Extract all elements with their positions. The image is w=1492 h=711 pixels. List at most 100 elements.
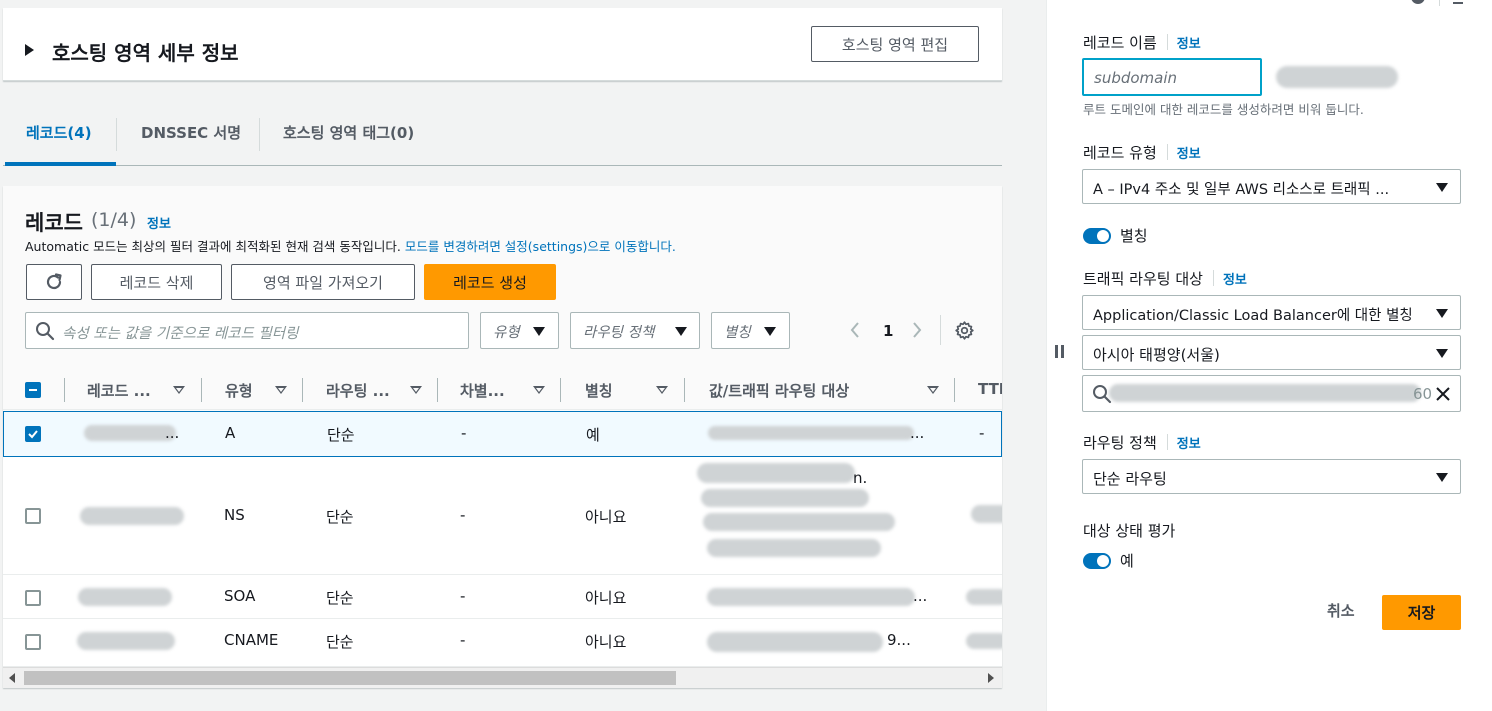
record-name-hint: 루트 도메인에 대한 레코드를 생성하려면 비워 둡니다. [1083, 102, 1364, 117]
column-divider [954, 378, 955, 402]
record-name-input[interactable]: subdomain [1082, 58, 1262, 96]
sort-icon[interactable] [173, 386, 185, 394]
edit-hosted-zone-button[interactable]: 호스팅 영역 편집 [811, 26, 979, 62]
record-type-label-row: 레코드 유형 정보 [1083, 142, 1201, 163]
record-type-select[interactable]: A – IPv4 주소 및 일부 AWS 리소스로 트래픽 ... [1082, 169, 1461, 204]
create-record-button[interactable]: 레코드 생성 [424, 264, 556, 300]
redacted-record-ttl [966, 633, 1002, 649]
column-divider [560, 378, 561, 402]
column-alias[interactable]: 별칭 [585, 380, 613, 401]
type-filter-dropdown[interactable]: 유형 [480, 312, 559, 349]
table-row[interactable]: NS 단순 - 아니요 n. [3, 457, 1002, 575]
scroll-right-icon[interactable] [988, 673, 994, 683]
expand-caret-icon[interactable] [25, 44, 34, 56]
redacted-record-ttl [971, 505, 1002, 523]
redacted-record-ttl [966, 589, 1002, 605]
record-ttl: - [979, 424, 985, 442]
record-type-info-link[interactable]: 정보 [1177, 147, 1201, 162]
cancel-button[interactable]: 취소 [1327, 600, 1355, 621]
table-row[interactable]: ... A 단순 - 예 ... - [3, 411, 1002, 457]
traffic-target-info-link[interactable]: 정보 [1223, 273, 1247, 288]
close-icon[interactable] [1453, 0, 1463, 4]
redacted-record-value [697, 463, 855, 483]
tab-records[interactable]: 레코드(4) [26, 122, 92, 143]
column-type[interactable]: 유형 [225, 380, 253, 401]
records-description: Automatic 모드는 최상의 필터 결과에 최적화된 현재 검색 동작입니… [25, 236, 676, 255]
column-divider [684, 378, 685, 402]
record-alias: 아니요 [585, 508, 627, 526]
load-balancer-search-input[interactable]: 60 [1082, 375, 1461, 412]
gear-icon[interactable] [954, 320, 975, 341]
record-name-placeholder: subdomain [1094, 69, 1178, 87]
redacted-load-balancer-value [1109, 384, 1421, 402]
record-name-info-link[interactable]: 정보 [1177, 37, 1201, 52]
save-button[interactable]: 저장 [1382, 595, 1461, 630]
sort-icon[interactable] [533, 386, 545, 394]
delete-record-button[interactable]: 레코드 삭제 [91, 264, 222, 300]
row-checkbox[interactable] [25, 426, 41, 442]
routing-policy-info-link[interactable]: 정보 [1177, 437, 1201, 452]
horizontal-scrollbar[interactable] [3, 667, 1002, 688]
routing-policy-select[interactable]: 단순 라우팅 [1082, 459, 1461, 494]
chevron-down-icon [1436, 349, 1448, 358]
sort-icon[interactable] [275, 386, 287, 394]
record-type: A [225, 424, 236, 442]
column-divider [437, 378, 438, 402]
redacted-record-value [703, 513, 895, 531]
chevron-down-icon [1436, 309, 1448, 318]
tab-divider [259, 118, 260, 151]
record-routing: 단순 [326, 508, 354, 526]
row-checkbox[interactable] [25, 508, 41, 524]
sort-icon[interactable] [656, 386, 668, 394]
clear-icon[interactable] [1435, 386, 1451, 402]
record-filter-input[interactable]: 속성 또는 값을 기준으로 레코드 필터링 [25, 312, 469, 349]
settings-icon[interactable] [1411, 0, 1425, 4]
record-alias: 아니요 [585, 589, 627, 607]
table-row[interactable]: SOA 단순 - 아니요 ... [3, 575, 1002, 619]
settings-link[interactable]: 모드를 변경하려면 설정(settings)으로 이동합니다. [405, 239, 676, 254]
routing-policy-filter-dropdown[interactable]: 라우팅 정책 [570, 312, 700, 349]
tab-hosted-zone-tags[interactable]: 호스팅 영역 태그(0) [283, 122, 414, 143]
routing-policy-value: 단순 라우팅 [1093, 470, 1167, 488]
select-all-checkbox[interactable] [25, 382, 41, 398]
scroll-left-icon[interactable] [9, 673, 15, 683]
region-select[interactable]: 아시아 태평양(서울) [1082, 335, 1461, 370]
routing-policy-label: 라우팅 정책 [1083, 434, 1157, 452]
health-eval-label: 대상 상태 평가 [1083, 522, 1176, 540]
scrollbar-thumb[interactable] [24, 671, 676, 685]
record-value: n. [853, 469, 868, 487]
row-checkbox[interactable] [25, 590, 41, 606]
health-eval-toggle[interactable] [1083, 553, 1111, 569]
check-icon [28, 430, 38, 439]
column-differentiator[interactable]: 차별... [460, 380, 505, 401]
table-row[interactable]: CNAME 단순 - 아니요 9... [3, 619, 1002, 667]
chevron-down-icon [764, 327, 776, 336]
alias-toggle[interactable] [1083, 228, 1111, 244]
record-name-label-row: 레코드 이름 정보 [1083, 32, 1201, 53]
import-zone-file-button[interactable]: 영역 파일 가져오기 [231, 264, 415, 300]
column-routing-policy[interactable]: 라우팅 ... [326, 380, 390, 401]
resize-grip-icon[interactable] [1055, 345, 1058, 358]
sort-icon[interactable] [410, 386, 422, 394]
previous-page-icon[interactable] [848, 320, 862, 340]
load-balancer-value: 60 [1413, 385, 1433, 403]
current-page[interactable]: 1 [883, 322, 893, 340]
alias-filter-dropdown[interactable]: 별칭 [711, 312, 790, 349]
column-ttl[interactable]: TTL [978, 380, 1002, 398]
refresh-button[interactable] [26, 264, 82, 300]
records-panel: 레코드 (1/4) 정보 Automatic 모드는 최상의 필터 결과에 최적… [3, 186, 1002, 688]
next-page-icon[interactable] [910, 320, 924, 340]
hosted-zone-details-title[interactable]: 호스팅 영역 세부 정보 [52, 37, 239, 66]
records-info-link[interactable]: 정보 [147, 213, 171, 232]
resize-grip-icon[interactable] [1061, 345, 1064, 358]
record-routing: 단순 [326, 633, 354, 651]
header-divider [1439, 0, 1440, 6]
column-record-name[interactable]: 레코드 ... [87, 380, 151, 401]
sort-icon[interactable] [927, 386, 939, 394]
tab-dnssec[interactable]: DNSSEC 서명 [141, 122, 241, 143]
tab-divider [116, 118, 117, 151]
row-checkbox[interactable] [25, 634, 41, 650]
column-value[interactable]: 값/트래픽 라우팅 대상 [709, 380, 849, 401]
traffic-target-select[interactable]: Application/Classic Load Balancer에 대한 별칭 [1082, 295, 1461, 330]
region-value: 아시아 태평양(서울) [1093, 346, 1220, 364]
